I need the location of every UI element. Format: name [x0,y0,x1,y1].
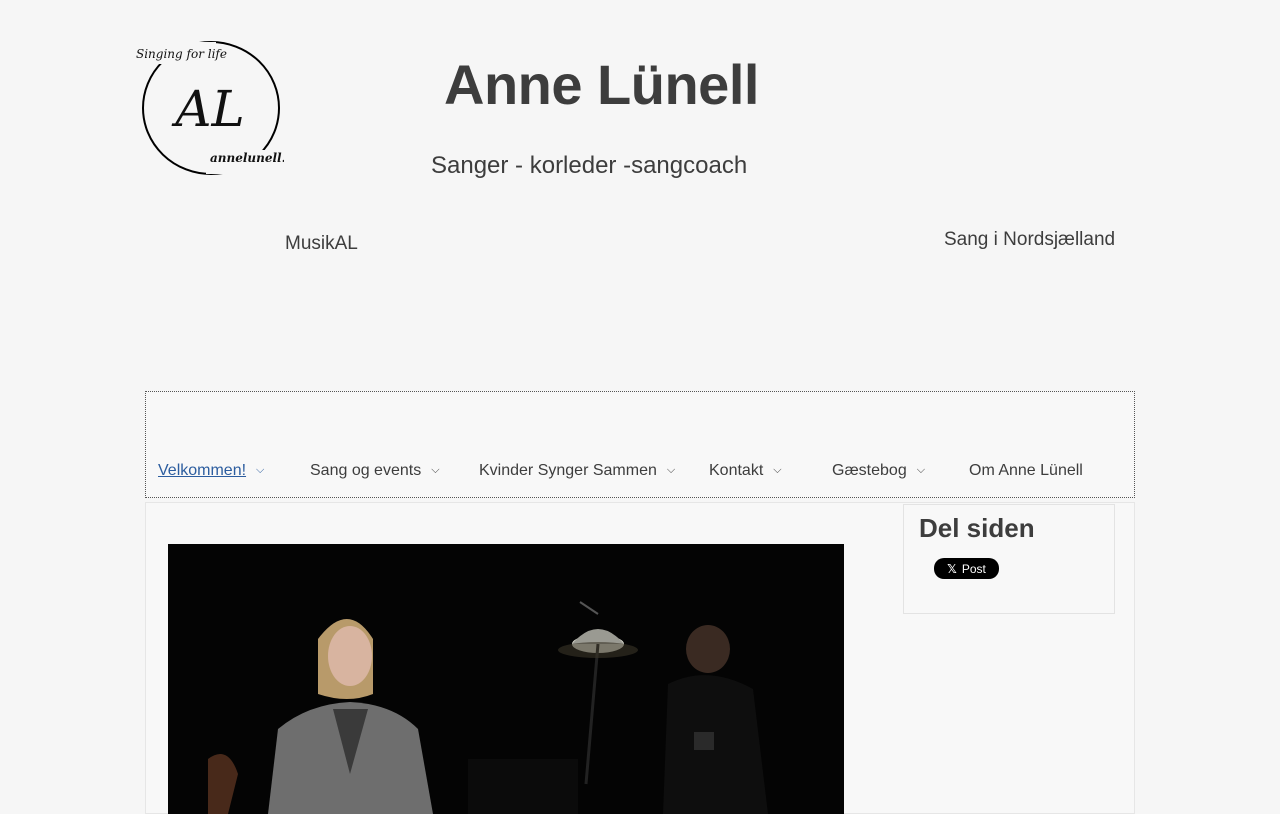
nav-label: Kontakt [709,462,764,479]
nav-item-kontakt[interactable]: Kontakt ⌵ [709,462,782,480]
nav-item-gaestebog[interactable]: Gæstebog ⌵ [832,462,925,480]
site-title[interactable]: Anne Lünell [444,52,759,117]
nav-label: Om Anne Lünell [969,462,1083,479]
nav-item-kvinder-synger-sammen[interactable]: Kvinder Synger Sammen ⌵ [479,462,675,480]
nav-label: Gæstebog [832,462,907,479]
post-button-label: Post [961,561,986,576]
nav-label: Kvinder Synger Sammen [479,462,657,479]
logo-tagline: Singing for life [136,47,227,61]
x-logo-icon: 𝕏 [947,561,957,576]
share-panel: Del siden 𝕏 Post [903,504,1115,614]
logo-domain: annelunell.dk [210,151,284,165]
tagline-right: Sang i Nordsjælland [944,229,1116,250]
nav-item-velkommen[interactable]: Velkommen! ⌵ [158,462,264,480]
main-navigation: Velkommen! ⌵ Sang og events ⌵ Kvinder Sy… [145,391,1135,498]
nav-item-sang-og-events[interactable]: Sang og events ⌵ [310,462,440,480]
stage-photo [168,544,844,814]
logo-monogram: AL [171,80,244,138]
share-panel-title: Del siden [919,513,1035,543]
chevron-down-icon[interactable]: ⌵ [431,464,439,476]
stage-photo-graphic [168,544,844,814]
x-post-button[interactable]: 𝕏 Post [934,558,999,579]
site-logo[interactable]: Singing for life AL annelunell.dk [134,38,284,180]
logo-graphic: Singing for life AL annelunell.dk [134,41,284,175]
nav-item-om-anne-lunell[interactable]: Om Anne Lünell [969,462,1083,480]
chevron-down-icon[interactable]: ⌵ [256,464,264,476]
chevron-down-icon[interactable]: ⌵ [917,464,925,476]
chevron-down-icon[interactable]: ⌵ [773,464,781,476]
tagline-left: MusikAL [285,233,358,254]
chevron-down-icon[interactable]: ⌵ [667,464,675,476]
nav-label: Velkommen! [158,462,247,479]
site-subtitle: Sanger - korleder -sangcoach [431,152,748,179]
nav-label: Sang og events [310,462,422,479]
